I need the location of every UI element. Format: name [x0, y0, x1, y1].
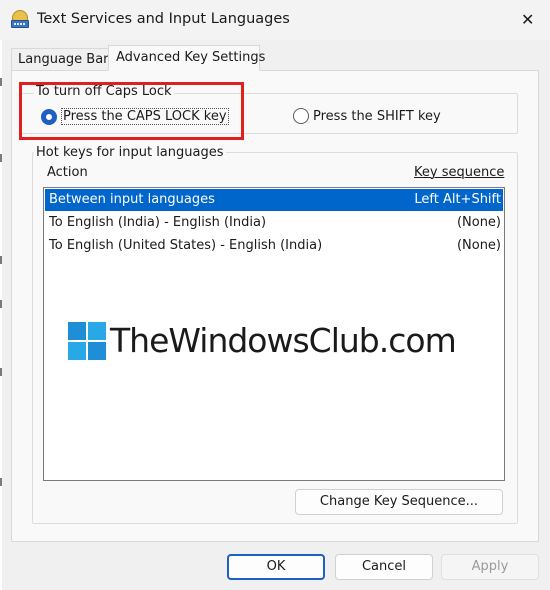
caps-lock-group-label: To turn off Caps Lock [34, 84, 174, 99]
list-item[interactable]: To English (United States) - English (In… [45, 235, 503, 257]
hotkeys-group-label: Hot keys for input languages [34, 145, 226, 160]
window-left-edge [0, 0, 2, 590]
list-item[interactable]: Between input languages Left Alt+Shift [45, 189, 503, 211]
ok-button[interactable]: OK [227, 554, 325, 580]
change-key-sequence-button[interactable]: Change Key Sequence... [295, 489, 503, 515]
caps-lock-key-radio[interactable]: Press the CAPS LOCK key [41, 108, 229, 125]
apply-button: Apply [441, 554, 539, 580]
caps-lock-key-label: Press the CAPS LOCK key [61, 108, 229, 125]
list-item-key: (None) [456, 238, 501, 253]
watermark-text: TheWindowsClub.com [110, 321, 457, 360]
shift-key-label: Press the SHIFT key [313, 108, 441, 124]
radio-checked-icon[interactable] [41, 108, 57, 125]
window-title: Text Services and Input Languages [37, 11, 290, 27]
tab-language-bar[interactable]: Language Bar [11, 48, 109, 70]
radio-unchecked-icon[interactable] [293, 108, 309, 124]
tab-advanced-key-settings[interactable]: Advanced Key Settings [108, 45, 265, 71]
windows-logo-icon [68, 322, 106, 360]
shift-key-radio[interactable]: Press the SHIFT key [293, 108, 441, 124]
watermark: TheWindowsClub.com [68, 321, 457, 361]
close-button[interactable]: ✕ [504, 0, 550, 40]
column-header-action: Action [47, 165, 88, 180]
list-item-key: (None) [456, 215, 501, 230]
cancel-button[interactable]: Cancel [335, 554, 433, 580]
list-item-action: To English (United States) - English (In… [49, 238, 323, 253]
list-item-action: Between input languages [49, 192, 215, 207]
list-item-action: To English (India) - English (India) [49, 215, 267, 230]
list-item-key: Left Alt+Shift [414, 192, 501, 207]
column-header-key-sequence: Key sequence [414, 165, 505, 180]
keyboard-book-icon [11, 10, 29, 28]
title-bar: Text Services and Input Languages ✕ [0, 0, 550, 40]
list-item[interactable]: To English (India) - English (India) (No… [45, 212, 503, 234]
close-icon: ✕ [521, 10, 535, 29]
